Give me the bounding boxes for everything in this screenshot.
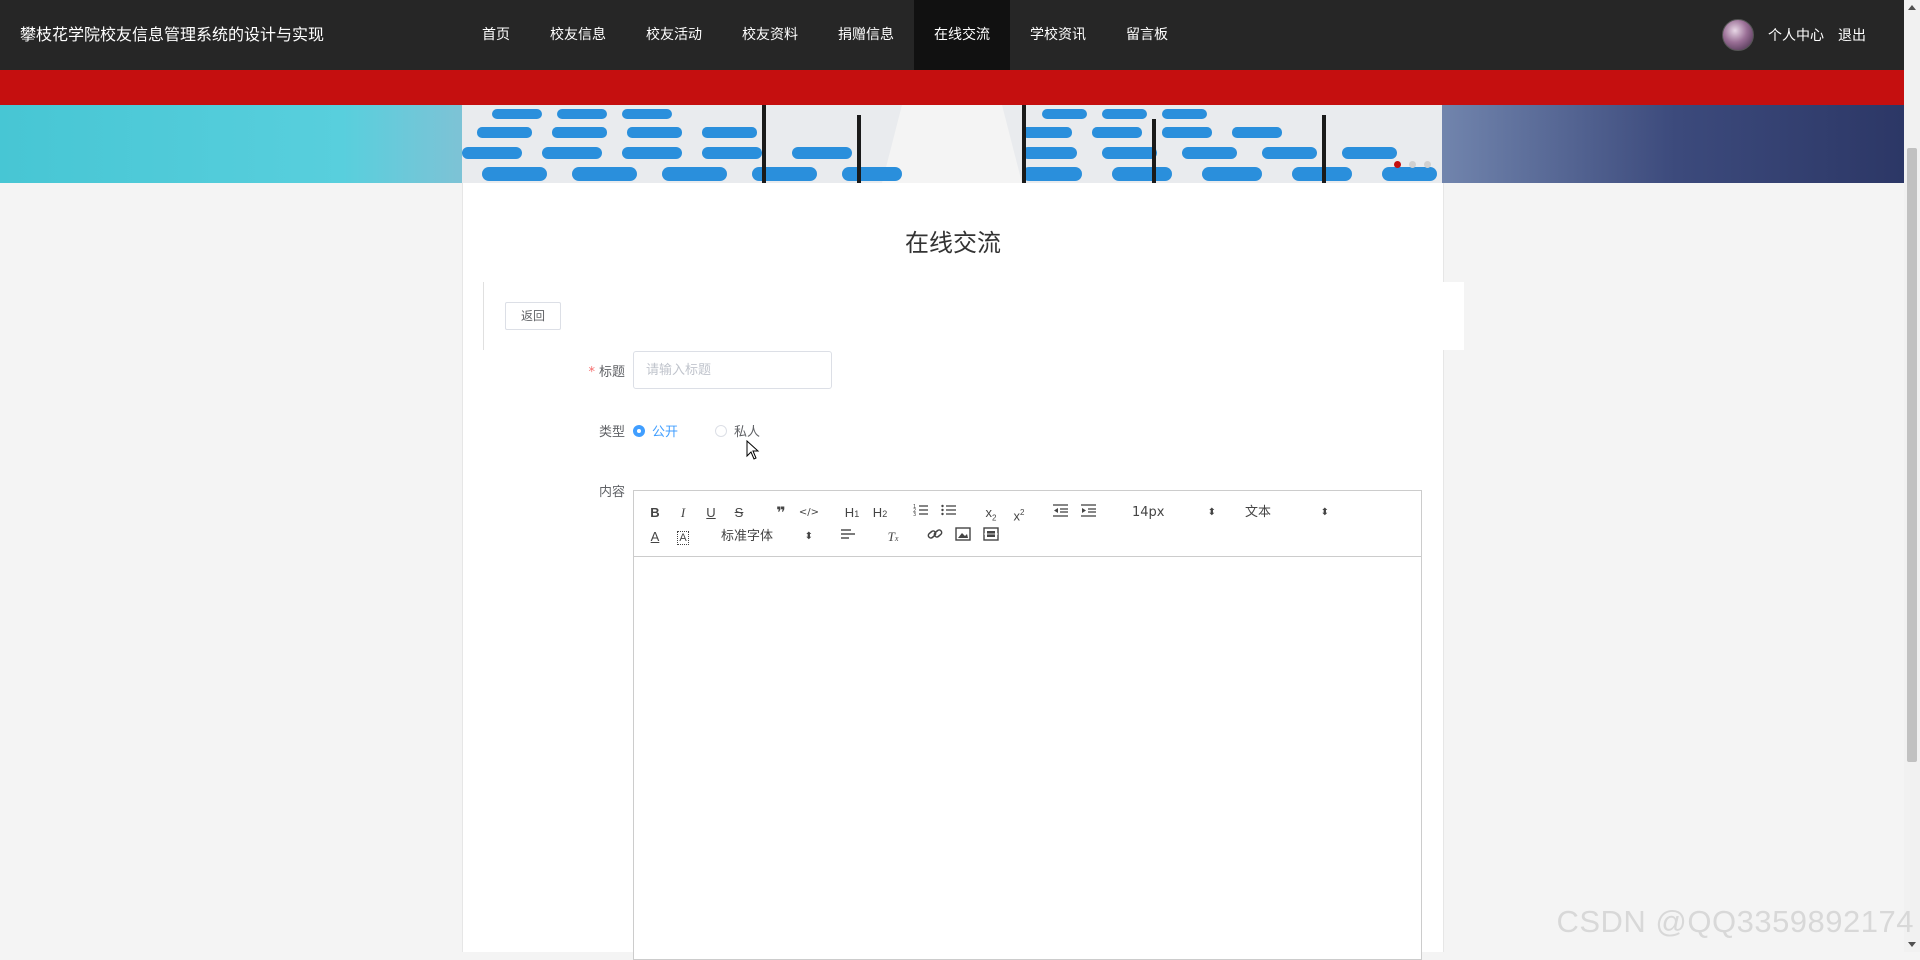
bold-icon[interactable]: B [644,503,666,523]
nav-item-alumni-info[interactable]: 校友信息 [530,0,626,70]
back-button[interactable]: 返回 [505,302,561,330]
header-select-value: 文本 [1245,505,1272,520]
editor-content-area[interactable] [634,556,1421,959]
link-icon[interactable] [924,527,946,547]
h2-icon[interactable]: H2 [868,503,892,523]
form-action-bar: 返回 [483,282,1464,350]
h1-icon[interactable]: H1 [840,503,864,523]
bullet-list-icon[interactable] [938,503,960,523]
font-size-select[interactable]: 14px ⬍ [1132,503,1216,523]
type-label: 类型 [598,425,625,440]
outdent-glyph [1053,504,1068,517]
font-family-select[interactable]: 标准字体 ⬍ [721,527,813,547]
canteen-photo-illustration [462,105,1442,183]
editor-toolbar: B I U S ❞ </> H1 H2 123 x2 x2 14px ⬍ 文本 … [634,491,1421,557]
radio-private[interactable]: 私人 [715,421,760,440]
rich-text-editor: B I U S ❞ </> H1 H2 123 x2 x2 14px ⬍ 文本 … [633,490,1422,960]
outdent-icon[interactable] [1050,503,1072,523]
header-select[interactable]: 文本 ⬍ [1245,503,1329,523]
link-glyph [927,529,943,539]
select-arrows-icon: ⬍ [1207,507,1216,518]
svg-text:3: 3 [913,512,916,517]
scroll-up-icon[interactable] [1908,5,1916,10]
background-color-icon[interactable]: A [672,527,694,547]
font-family-value: 标准字体 [721,529,774,544]
clear-format-icon[interactable]: Tx [882,527,904,547]
site-title[interactable]: 攀枝花学院校友信息管理系统的设计与实现 [20,0,324,70]
radio-private-circle[interactable] [715,424,727,437]
nav-item-home[interactable]: 首页 [462,0,530,70]
carousel-dot-2[interactable] [1409,161,1416,168]
user-area: 个人中心 退出 [1722,0,1866,70]
video-glyph [983,527,999,541]
red-accent-bar [0,70,1904,105]
scroll-down-icon[interactable] [1908,942,1916,947]
carousel-dot-3[interactable] [1424,161,1431,168]
nav-item-online-forum[interactable]: 在线交流 [914,0,1010,70]
carousel-dot-1[interactable] [1394,161,1401,168]
superscript-icon[interactable]: x2 [1008,503,1030,523]
user-center-link[interactable]: 个人中心 [1768,25,1824,45]
ordered-list-glyph: 123 [913,504,928,518]
required-asterisk: * [588,365,595,380]
bullet-list-glyph [941,504,956,516]
image-glyph [955,527,971,541]
radio-public[interactable]: 公开 [633,421,678,440]
title-input[interactable] [633,351,832,389]
image-icon[interactable] [952,527,974,547]
avatar[interactable] [1722,19,1754,51]
blockquote-icon[interactable]: ❞ [770,503,792,523]
page-title: 在线交流 [905,229,1001,257]
radio-public-label: 公开 [652,425,679,440]
font-size-value: 14px [1132,505,1165,520]
nav-item-alumni-materials[interactable]: 校友资料 [722,0,818,70]
indent-icon[interactable] [1078,503,1100,523]
csdn-watermark: CSDN @QQ3359892174 [1556,904,1914,939]
ordered-list-icon[interactable]: 123 [910,503,932,523]
text-color-icon[interactable]: A [644,527,666,547]
align-glyph [841,529,855,539]
subscript-icon[interactable]: x2 [980,503,1002,523]
scroll-thumb[interactable] [1907,148,1917,762]
nav-item-school-news[interactable]: 学校资讯 [1010,0,1106,70]
video-icon[interactable] [980,527,1002,547]
select-arrows-icon: ⬍ [1320,507,1329,518]
italic-icon[interactable]: I [672,503,694,523]
select-arrows-icon: ⬍ [804,531,813,542]
carousel-dots [1394,161,1431,168]
title-label-text: 标题 [598,365,625,380]
underline-icon[interactable]: U [700,503,722,523]
logout-link[interactable]: 退出 [1838,25,1866,45]
banner-carousel [0,105,1904,183]
indent-glyph [1081,504,1096,517]
page-scrollbar[interactable] [1904,0,1920,952]
title-label: * 标题 [525,361,625,380]
nav-item-message-board[interactable]: 留言板 [1106,0,1188,70]
main-content: 在线交流 返回 *标题 类型 公开 私人 内容 B I U S ❞ </> H1… [462,183,1464,960]
nav-item-alumni-activities[interactable]: 校友活动 [626,0,722,70]
strike-icon[interactable]: S [728,503,750,523]
top-navbar: 攀枝花学院校友信息管理系统的设计与实现 首页 校友信息 校友活动 校友资料 捐赠… [0,0,1904,70]
mouse-cursor-icon [746,440,760,460]
radio-private-label: 私人 [734,425,761,440]
code-block-icon[interactable]: </> [798,503,820,523]
radio-public-circle[interactable] [633,424,645,437]
main-nav: 首页 校友信息 校友活动 校友资料 捐赠信息 在线交流 学校资讯 留言板 [462,0,1188,70]
banner-image [462,105,1442,183]
align-icon[interactable] [838,527,860,547]
content-label: 内容 [598,485,625,500]
nav-item-donations[interactable]: 捐赠信息 [818,0,914,70]
